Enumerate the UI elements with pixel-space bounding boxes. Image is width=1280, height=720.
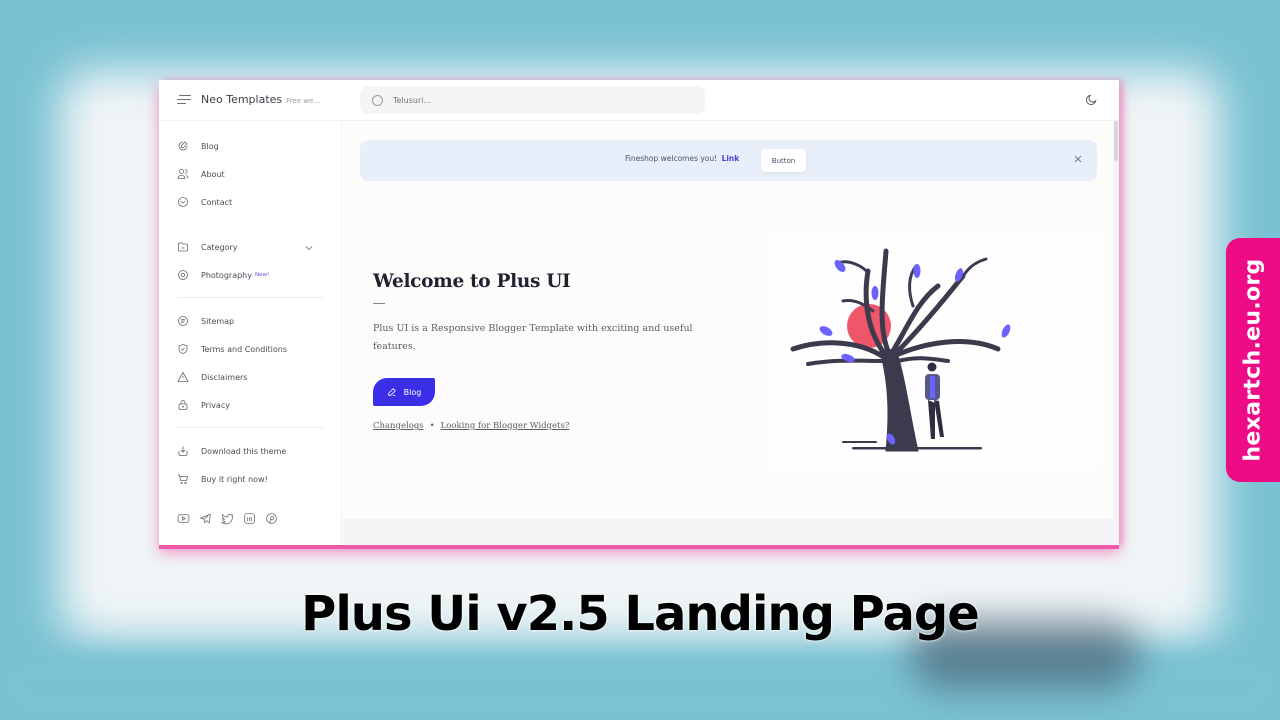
hero-links: Changelogs • Looking for Blogger Widgets? — [373, 421, 569, 431]
scrollbar[interactable] — [1113, 121, 1119, 545]
notice-banner: Fineshop welcomes you! Link Button — [360, 140, 1097, 181]
shield-check-icon — [178, 344, 188, 354]
leaves — [819, 260, 1011, 445]
hero-description: Plus UI is a Responsive Blogger Template… — [373, 323, 693, 352]
hero-divider — [373, 303, 385, 304]
brand-name[interactable]: Neo Templates — [201, 93, 282, 106]
sidebar-item-label: Buy it right now! — [201, 474, 268, 484]
sidebar-item-label: Disclaimers — [201, 372, 248, 382]
tree-illustration — [768, 231, 1098, 471]
users-icon — [177, 169, 189, 179]
twitter-icon[interactable] — [221, 512, 234, 525]
folder-icon — [178, 242, 188, 252]
sidebar-item-label: Photography — [201, 270, 252, 280]
main-content: Fineshop welcomes you! Link Button Welco… — [343, 121, 1113, 545]
hero-title: Welcome to Plus UI — [373, 271, 571, 292]
chevron-down-icon[interactable] — [303, 242, 315, 254]
sidebar-item-disclaimers[interactable]: Disclaimers — [177, 369, 327, 385]
search-input[interactable] — [393, 95, 693, 105]
sidebar-item-photography[interactable]: Photography New! — [177, 267, 327, 283]
sidebar-item-download[interactable]: Download this theme — [177, 443, 327, 459]
brand: Neo Templates Free we... — [177, 93, 320, 106]
sidebar-divider — [177, 427, 324, 428]
notice-button[interactable]: Button — [761, 149, 806, 172]
sidebar-item-blog[interactable]: Blog — [177, 138, 327, 154]
menu-icon[interactable] — [177, 94, 191, 106]
notice-link[interactable]: Link — [722, 154, 740, 163]
blogger-widgets-link[interactable]: Looking for Blogger Widgets? — [441, 421, 570, 431]
new-badge: New! — [254, 272, 270, 278]
cart-icon — [178, 474, 189, 484]
moon-icon[interactable] — [1084, 93, 1098, 107]
sidebar-divider — [177, 297, 324, 298]
message-icon — [178, 197, 188, 207]
tree-trunk — [790, 248, 1001, 452]
sidebar-item-label: Category — [201, 242, 238, 252]
notice-message: Fineshop welcomes you! — [625, 154, 718, 163]
blog-button[interactable]: Blog — [373, 378, 435, 406]
linkedin-icon[interactable] — [243, 512, 256, 525]
pencil-circle-icon — [178, 141, 188, 151]
link-separator: • — [429, 421, 435, 431]
telegram-icon[interactable] — [199, 512, 212, 525]
search-icon — [372, 94, 383, 106]
search-bar[interactable] — [360, 86, 705, 114]
social-links — [177, 512, 278, 525]
close-icon[interactable] — [1073, 154, 1083, 164]
sidebar-item-label: Sitemap — [201, 316, 235, 326]
sidebar-item-buy[interactable]: Buy it right now! — [177, 471, 327, 487]
sidebar-item-label: About — [201, 169, 225, 179]
camera-icon — [178, 270, 188, 280]
ground-line — [852, 447, 982, 450]
sidebar-item-label: Contact — [201, 197, 233, 207]
site-header: Neo Templates Free we... — [159, 80, 1119, 121]
watermark-badge: hexartch.eu.org — [1226, 238, 1280, 482]
download-icon — [178, 446, 188, 456]
sidebar: Blog About Contact Category Photography … — [159, 121, 342, 545]
notice-text: Fineshop welcomes you! Link — [625, 154, 739, 163]
document-icon — [178, 316, 188, 326]
pen-icon — [387, 388, 396, 396]
blog-button-label: Blog — [403, 387, 422, 397]
lock-icon — [178, 400, 188, 410]
pinterest-icon[interactable] — [265, 512, 278, 525]
warning-icon — [177, 371, 189, 382]
sidebar-item-category[interactable]: Category — [177, 239, 327, 255]
sidebar-item-label: Terms and Conditions — [201, 344, 288, 354]
browser-window: Neo Templates Free we... Blog About Cont… — [159, 80, 1119, 545]
sidebar-item-sitemap[interactable]: Sitemap — [177, 313, 327, 329]
sidebar-item-terms[interactable]: Terms and Conditions — [177, 341, 327, 357]
sidebar-item-label: Blog — [201, 141, 219, 151]
brand-tagline: Free we... — [286, 96, 320, 105]
video-caption: Plus Ui v2.5 Landing Page — [301, 586, 980, 642]
sidebar-item-contact[interactable]: Contact — [177, 194, 327, 210]
watermark-text: hexartch.eu.org — [1240, 258, 1266, 462]
youtube-icon[interactable] — [177, 512, 190, 525]
next-section-strip — [343, 519, 1113, 545]
sidebar-item-label: Download this theme — [201, 446, 287, 456]
person-figure — [925, 362, 944, 439]
sidebar-item-about[interactable]: About — [177, 166, 327, 182]
changelogs-link[interactable]: Changelogs — [373, 421, 424, 431]
sidebar-item-privacy[interactable]: Privacy — [177, 397, 327, 413]
ground-line-short — [842, 441, 877, 443]
sidebar-item-label: Privacy — [201, 400, 230, 410]
scrollbar-thumb[interactable] — [1114, 121, 1118, 161]
